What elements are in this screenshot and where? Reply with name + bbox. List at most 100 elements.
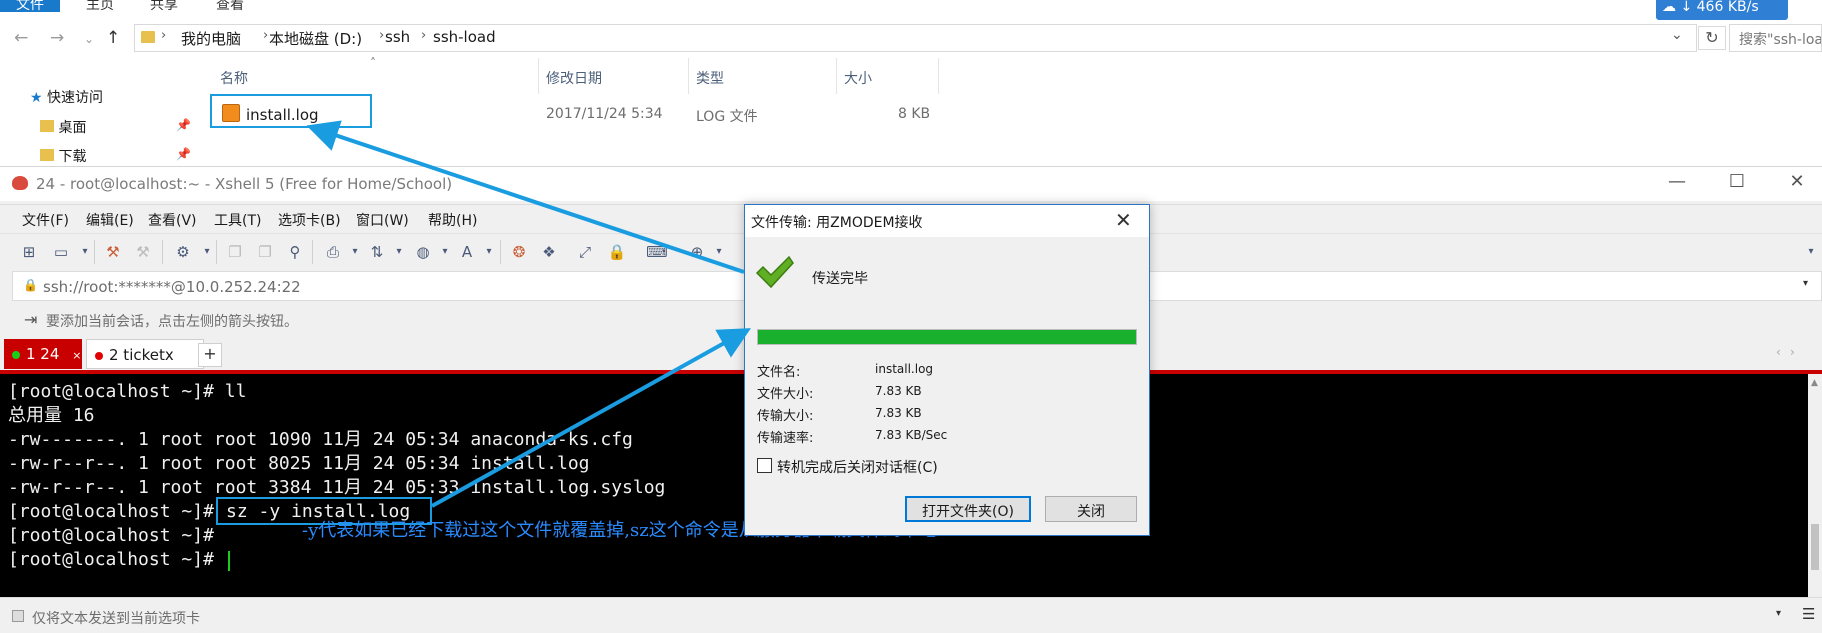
terminal-scrollbar[interactable]: ▲ bbox=[1808, 374, 1822, 597]
close-after-transfer-label[interactable]: 转机完成后关闭对话框(C) bbox=[777, 457, 938, 477]
url-dropdown-chevron-icon[interactable]: ▾ bbox=[1803, 278, 1808, 289]
dropdown-chevron-icon[interactable]: ▾ bbox=[388, 243, 410, 261]
menu-tools[interactable]: 工具(T) bbox=[214, 210, 261, 230]
breadcrumb-ssh-load[interactable]: ssh-load bbox=[433, 28, 496, 46]
transferred-label: 传输大小: bbox=[757, 409, 814, 424]
filesize-value: 7.83 KB bbox=[875, 384, 922, 398]
add-session-arrow-icon[interactable]: ⇥ bbox=[24, 310, 37, 329]
keyboard-icon[interactable]: ⌨ bbox=[646, 243, 668, 261]
send-target-icon[interactable] bbox=[12, 610, 24, 622]
open-folder-icon[interactable]: ▭ bbox=[50, 243, 72, 261]
column-divider[interactable] bbox=[836, 58, 837, 94]
lock-icon[interactable]: 🔒 bbox=[606, 243, 628, 261]
ribbon-tab-file[interactable]: 文件 bbox=[0, 0, 60, 13]
status-dropdown-chevron-icon[interactable]: ▾ bbox=[1776, 608, 1781, 619]
address-bar[interactable]: › 我的电脑 › 本地磁盘 (D:) › ssh › ssh-load ⌄ bbox=[134, 24, 1697, 52]
transferred-value: 7.83 KB bbox=[875, 406, 922, 420]
add-tab-icon[interactable]: ⊕ bbox=[686, 243, 708, 261]
add-tab-button[interactable]: + bbox=[198, 343, 222, 367]
column-divider[interactable] bbox=[688, 58, 689, 94]
sidebar-item-quick-access[interactable]: ★ 快速访问 bbox=[30, 87, 103, 107]
dropdown-chevron-icon[interactable]: ▾ bbox=[478, 243, 500, 261]
globe-icon[interactable]: ◍ bbox=[412, 243, 434, 261]
close-icon[interactable]: ✕ bbox=[1774, 171, 1820, 192]
folder-icon bbox=[40, 149, 54, 161]
tab-session-ticketx[interactable]: 2 ticketx bbox=[86, 339, 204, 369]
dropdown-chevron-icon[interactable]: ▾ bbox=[344, 243, 366, 261]
maximize-icon[interactable]: ☐ bbox=[1714, 171, 1760, 192]
tab-scroll-left-icon[interactable]: ‹ bbox=[1776, 345, 1781, 359]
transfer-icon[interactable]: ⇅ bbox=[366, 243, 388, 261]
column-header-type[interactable]: 类型 bbox=[696, 68, 724, 88]
connect-icon[interactable]: ⚒ bbox=[102, 243, 124, 261]
folder-icon bbox=[141, 31, 155, 43]
fullscreen-icon[interactable]: ⤢ bbox=[574, 243, 596, 261]
connected-dot-icon bbox=[12, 350, 20, 359]
file-name-cell[interactable]: install.log bbox=[246, 106, 319, 124]
refresh-icon[interactable]: ↻ bbox=[1698, 26, 1726, 50]
open-folder-button[interactable]: 打开文件夹(O) bbox=[905, 496, 1031, 522]
tab-session-24[interactable]: 1 24 × bbox=[4, 339, 82, 369]
properties-icon[interactable]: ⚙ bbox=[172, 243, 194, 261]
menu-tabs[interactable]: 选项卡(B) bbox=[278, 210, 341, 230]
ribbon-tab-view[interactable]: 查看 bbox=[216, 0, 244, 13]
font-icon[interactable]: A bbox=[456, 243, 478, 261]
toolbar-separator bbox=[216, 240, 217, 264]
menu-help[interactable]: 帮助(H) bbox=[428, 210, 477, 230]
dialog-titlebar[interactable]: 文件传输: 用ZMODEM接收 ✕ bbox=[745, 205, 1149, 237]
menu-edit[interactable]: 编辑(E) bbox=[86, 210, 134, 230]
sidebar-item-desktop[interactable]: 桌面 bbox=[40, 117, 86, 137]
xshell-titlebar[interactable]: 24 - root@localhost:~ - Xshell 5 (Free f… bbox=[0, 167, 1822, 201]
dialog-close-icon[interactable]: ✕ bbox=[1115, 208, 1132, 232]
address-dropdown-chevron-icon[interactable]: ⌄ bbox=[1671, 27, 1683, 43]
search-input[interactable]: 搜索"ssh-load" bbox=[1729, 24, 1822, 52]
ribbon-tab-home[interactable]: 主页 bbox=[86, 0, 114, 13]
pin-icon[interactable]: 📌 bbox=[176, 147, 191, 161]
menu-lines-icon[interactable]: ☰ bbox=[1802, 605, 1815, 623]
dropdown-chevron-icon[interactable]: ▾ bbox=[196, 243, 218, 261]
new-session-icon[interactable]: ⊞ bbox=[18, 243, 40, 261]
breadcrumb-my-computer[interactable]: 我的电脑 bbox=[181, 28, 241, 49]
forward-arrow-icon[interactable]: → bbox=[50, 28, 64, 48]
dropdown-chevron-icon[interactable]: ▾ bbox=[434, 243, 456, 261]
xftp-icon[interactable]: ❂ bbox=[508, 243, 530, 261]
toolbar-separator bbox=[162, 240, 163, 264]
scroll-up-icon[interactable]: ▲ bbox=[1811, 378, 1818, 388]
copy-icon[interactable]: ❐ bbox=[224, 243, 246, 261]
column-header-date[interactable]: 修改日期 bbox=[546, 68, 602, 88]
script-icon[interactable]: ❖ bbox=[538, 243, 560, 261]
close-after-transfer-checkbox[interactable] bbox=[757, 458, 772, 473]
ribbon-tab-share[interactable]: 共享 bbox=[150, 0, 178, 13]
scrollbar-thumb[interactable] bbox=[1811, 524, 1819, 570]
close-button[interactable]: 关闭 bbox=[1045, 496, 1137, 522]
menu-view[interactable]: 查看(V) bbox=[148, 210, 197, 230]
terminal-line: [root@localhost ~]# bbox=[8, 525, 214, 546]
pin-icon[interactable]: 📌 bbox=[176, 118, 191, 132]
tab-close-icon[interactable]: × bbox=[72, 349, 81, 362]
minimize-icon[interactable]: — bbox=[1654, 171, 1700, 192]
dropdown-chevron-icon[interactable]: ▾ bbox=[708, 243, 730, 261]
paste-icon[interactable]: ❐ bbox=[254, 243, 276, 261]
rate-value: 7.83 KB/Sec bbox=[875, 428, 948, 442]
back-arrow-icon[interactable]: ← bbox=[14, 28, 28, 48]
menu-window[interactable]: 窗口(W) bbox=[356, 210, 409, 230]
toolbar-overflow-chevron-icon[interactable]: ▾ bbox=[1800, 243, 1822, 261]
disconnect-icon[interactable]: ⚒ bbox=[132, 243, 154, 261]
column-header-size[interactable]: 大小 bbox=[844, 68, 872, 88]
column-header-name[interactable]: 名称 bbox=[220, 68, 248, 88]
filename-value: install.log bbox=[875, 362, 934, 376]
dropdown-chevron-icon[interactable]: ▾ bbox=[74, 243, 96, 261]
lock-icon: 🔒 bbox=[23, 278, 38, 292]
breadcrumb-local-disk[interactable]: 本地磁盘 (D:) bbox=[269, 28, 362, 49]
breadcrumb-separator-icon: › bbox=[379, 28, 385, 43]
column-divider[interactable] bbox=[938, 58, 939, 94]
tab-scroll-right-icon[interactable]: › bbox=[1790, 345, 1795, 359]
find-icon[interactable]: ⚲ bbox=[284, 243, 306, 261]
column-divider[interactable] bbox=[538, 58, 539, 94]
breadcrumb-ssh[interactable]: ssh bbox=[385, 28, 410, 46]
print-icon[interactable]: ⎙ bbox=[322, 243, 344, 261]
recent-locations-chevron-icon[interactable]: ⌄ bbox=[84, 32, 94, 46]
sidebar-item-downloads[interactable]: 下载 bbox=[40, 146, 86, 166]
menu-file[interactable]: 文件(F) bbox=[22, 210, 69, 230]
up-arrow-icon[interactable]: ↑ bbox=[106, 28, 120, 48]
